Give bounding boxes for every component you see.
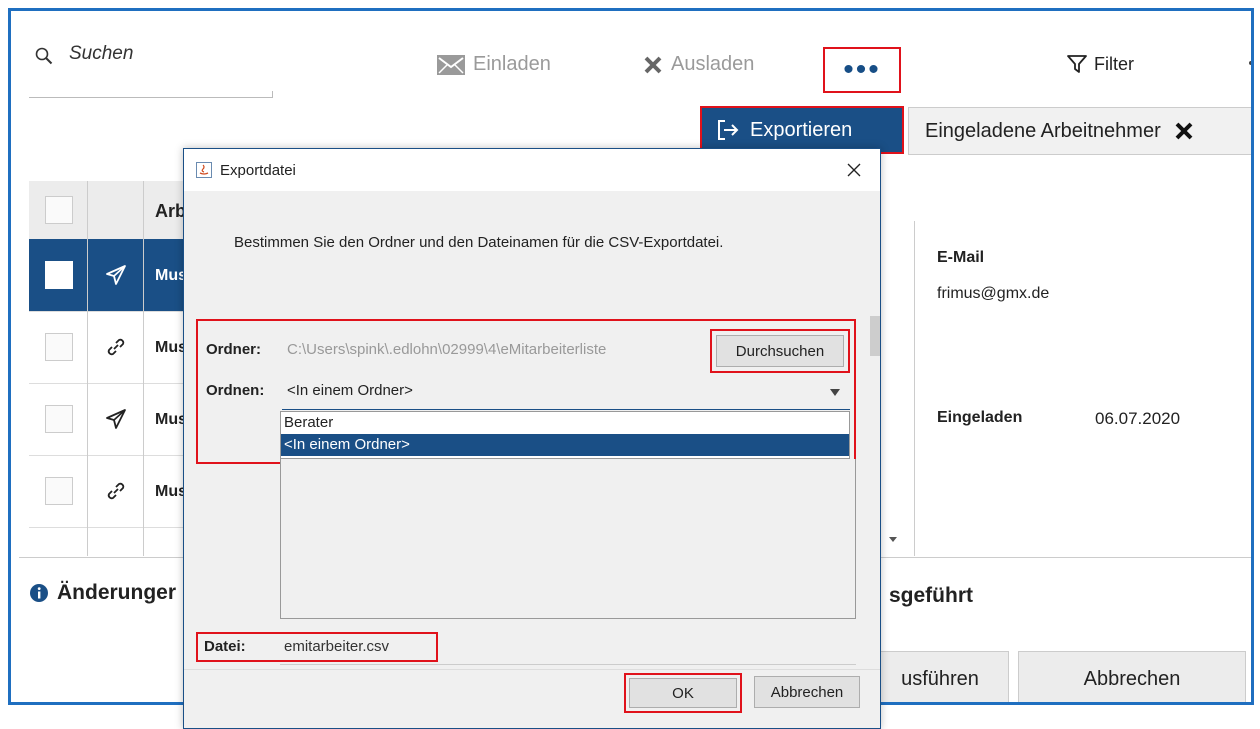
- close-icon[interactable]: [846, 162, 862, 178]
- browse-button[interactable]: Durchsuchen: [716, 335, 844, 367]
- table-row[interactable]: Mus: [29, 383, 199, 456]
- info-icon: [30, 584, 48, 602]
- email-label: E-Mail: [937, 249, 985, 266]
- table-header: Arb: [29, 181, 199, 240]
- employee-table: Arb Mus Mus Mus Mus: [29, 181, 199, 556]
- dropdown-option-selected[interactable]: <In einem Ordner>: [281, 434, 849, 456]
- close-tab-icon[interactable]: [1175, 122, 1193, 140]
- table-row[interactable]: Mus: [29, 455, 199, 528]
- close-x-icon: [644, 56, 662, 73]
- uninvite-label: Ausladen: [671, 53, 755, 75]
- send-icon: [106, 265, 126, 285]
- link-icon: [107, 338, 125, 356]
- invited-date: 06.07.2020: [1095, 409, 1181, 428]
- dialog-cancel-button[interactable]: Abbrechen: [754, 676, 860, 708]
- search-input[interactable]: Suchen: [69, 43, 133, 65]
- folder-tree-area[interactable]: [280, 459, 856, 619]
- invite-label: Einladen: [473, 53, 551, 75]
- detail-panel: E-Mail frimus@gmx.de Eingeladen 06.07.20…: [914, 221, 1251, 556]
- table-row[interactable]: Mus: [29, 311, 199, 384]
- export-icon: [718, 120, 739, 140]
- tab-invited-employees[interactable]: Eingeladene Arbeitnehmer: [908, 107, 1251, 155]
- cancel-button[interactable]: Abbrechen: [1018, 651, 1246, 702]
- ok-button[interactable]: OK: [629, 678, 737, 708]
- chevron-down-icon: [830, 389, 840, 396]
- dialog-scrollbar[interactable]: [870, 316, 880, 356]
- table-row[interactable]: Mus: [29, 239, 199, 312]
- search-icon[interactable]: [35, 47, 53, 65]
- email-value: frimus@gmx.de: [937, 285, 1050, 302]
- info-message: Änderunger: [29, 581, 176, 605]
- ok-highlight: OK: [624, 673, 742, 713]
- invite-button[interactable]: Einladen: [437, 53, 551, 76]
- filter-icon: [1067, 55, 1087, 73]
- file-name-field[interactable]: emitarbeiter.csv: [284, 638, 389, 655]
- search-underline: [29, 97, 273, 98]
- browse-highlight: Durchsuchen: [710, 329, 850, 373]
- folder-path[interactable]: C:\Users\spink\.edlohn\02999\4\eMitarbei…: [287, 341, 606, 358]
- row-checkbox[interactable]: [45, 261, 73, 289]
- export-label: Exportieren: [750, 118, 853, 141]
- file-underline: [280, 664, 856, 665]
- filter-label: Filter: [1094, 53, 1134, 74]
- export-menu-item[interactable]: Exportieren: [700, 106, 904, 154]
- file-label: Datei:: [204, 638, 246, 655]
- dialog-body: Bestimmen Sie den Ordner und den Dateina…: [184, 191, 880, 728]
- row-checkbox[interactable]: [45, 333, 73, 361]
- overflow-indicator: [1249, 61, 1251, 65]
- info-text-right: sgeführt: [889, 584, 973, 607]
- column-divider: [87, 181, 88, 556]
- sort-dropdown-list: Berater <In einem Ordner>: [280, 411, 850, 459]
- folder-label: Ordner:: [206, 341, 262, 358]
- dialog-title: Exportdatei: [220, 162, 296, 179]
- link-icon: [107, 482, 125, 500]
- sort-select[interactable]: <In einem Ordner>: [282, 375, 850, 410]
- uninvite-button[interactable]: Ausladen: [643, 53, 754, 76]
- export-dialog: Exportdatei Bestimmen Sie den Ordner und…: [183, 148, 881, 729]
- row-checkbox[interactable]: [45, 477, 73, 505]
- send-icon: [106, 409, 126, 429]
- envelope-icon: [437, 54, 465, 75]
- sort-label: Ordnen:: [206, 382, 265, 399]
- tab-label: Eingeladene Arbeitnehmer: [925, 119, 1161, 142]
- sort-selected-value: <In einem Ordner>: [287, 382, 413, 399]
- dialog-instruction: Bestimmen Sie den Ordner und den Dateina…: [234, 234, 724, 251]
- info-text-left: Änderunger: [57, 581, 177, 604]
- filter-button[interactable]: Filter: [1066, 53, 1134, 75]
- search-underline-end: [272, 91, 273, 98]
- button-bar-divider: [184, 669, 880, 670]
- dialog-titlebar: Exportdatei: [184, 149, 880, 191]
- more-options-button[interactable]: •••: [823, 47, 901, 93]
- scroll-down-icon[interactable]: [888, 531, 898, 542]
- column-divider: [143, 181, 144, 556]
- invited-label: Eingeladen: [937, 409, 1023, 426]
- dropdown-option[interactable]: Berater: [281, 412, 849, 434]
- execute-button[interactable]: usführen: [871, 651, 1009, 702]
- header-name: Arb: [155, 201, 186, 221]
- select-all-checkbox[interactable]: [45, 196, 73, 224]
- java-icon: [196, 162, 212, 178]
- row-checkbox[interactable]: [45, 405, 73, 433]
